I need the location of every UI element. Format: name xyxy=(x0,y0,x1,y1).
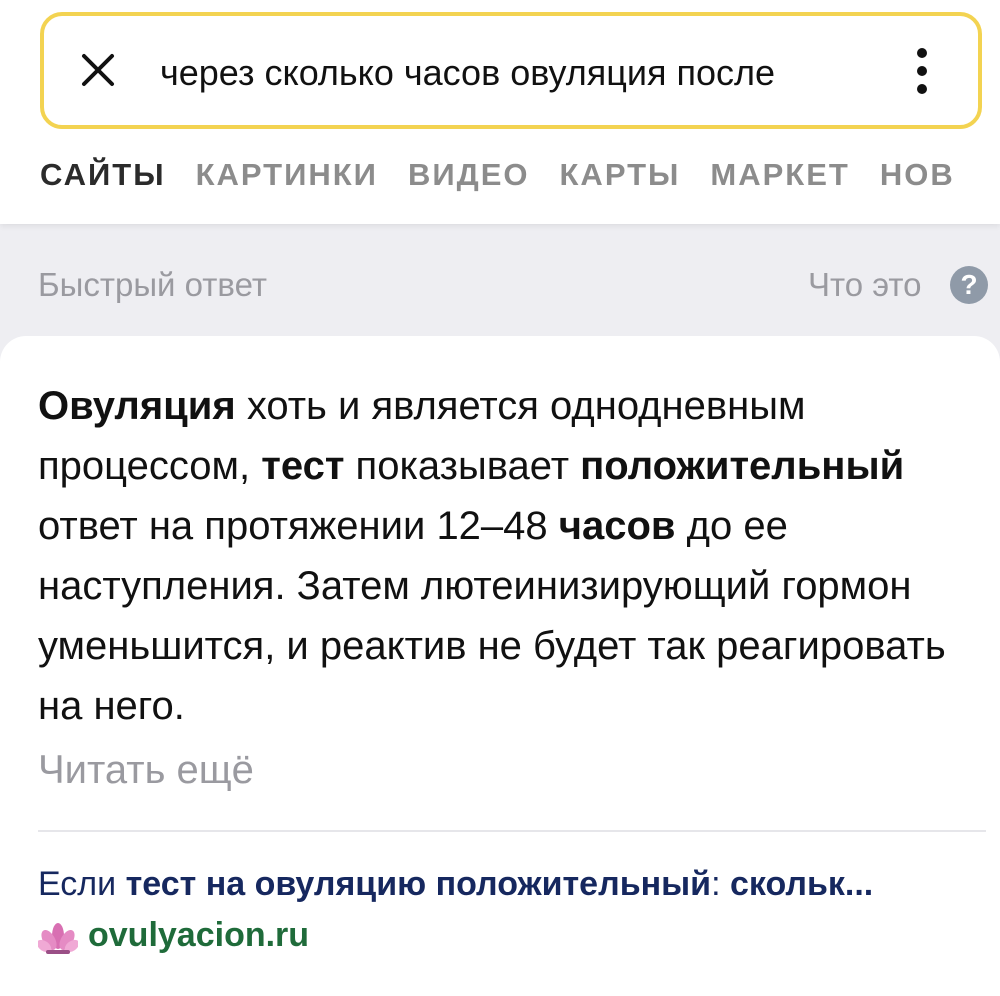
answer-bold-1: Овуляция xyxy=(38,384,236,428)
answer-part-2: показывает xyxy=(344,444,581,488)
tab-sites[interactable]: САЙТЫ xyxy=(40,150,166,200)
search-query[interactable]: через сколько часов овуляция после xyxy=(160,48,860,98)
search-tabs: САЙТЫ КАРТИНКИ ВИДЕО КАРТЫ МАРКЕТ НОВ xyxy=(40,150,1000,200)
header: через сколько часов овуляция после САЙТЫ… xyxy=(0,0,1000,224)
what-is-this-link[interactable]: Что это xyxy=(808,266,921,304)
close-icon[interactable] xyxy=(78,50,118,90)
tab-maps[interactable]: КАРТЫ xyxy=(560,150,681,200)
read-more-link[interactable]: Читать ещё xyxy=(38,742,254,798)
source-title-prefix: Если xyxy=(38,865,126,903)
answer-text: Овуляция хоть и является однодневным про… xyxy=(38,376,978,736)
tab-news[interactable]: НОВ xyxy=(880,150,955,200)
source-title-bold-2: скольк... xyxy=(729,865,874,903)
answer-bold-2: тест xyxy=(261,444,345,488)
source-domain[interactable]: ovulyacion.ru xyxy=(88,912,309,958)
tab-market[interactable]: МАРКЕТ xyxy=(710,150,849,200)
lotus-icon xyxy=(38,923,78,954)
query-fade xyxy=(800,46,870,100)
kebab-menu-icon[interactable] xyxy=(908,46,938,96)
answer-part-3: ответ на протяжении 12–48 xyxy=(38,504,559,548)
tab-images[interactable]: КАРТИНКИ xyxy=(196,150,378,200)
divider xyxy=(38,830,986,832)
quick-answer-title: Быстрый ответ xyxy=(38,266,267,303)
source-title-suffix: : xyxy=(711,865,730,903)
help-icon[interactable]: ? xyxy=(950,266,988,304)
tab-video[interactable]: ВИДЕО xyxy=(408,150,530,200)
source-title-bold: тест на овуляцию положительный xyxy=(125,865,712,903)
answer-bold-3: положительный xyxy=(580,444,905,488)
source-title-link[interactable]: Если тест на овуляцию положительный: ско… xyxy=(38,862,978,906)
answer-bold-4: часов xyxy=(558,504,676,548)
